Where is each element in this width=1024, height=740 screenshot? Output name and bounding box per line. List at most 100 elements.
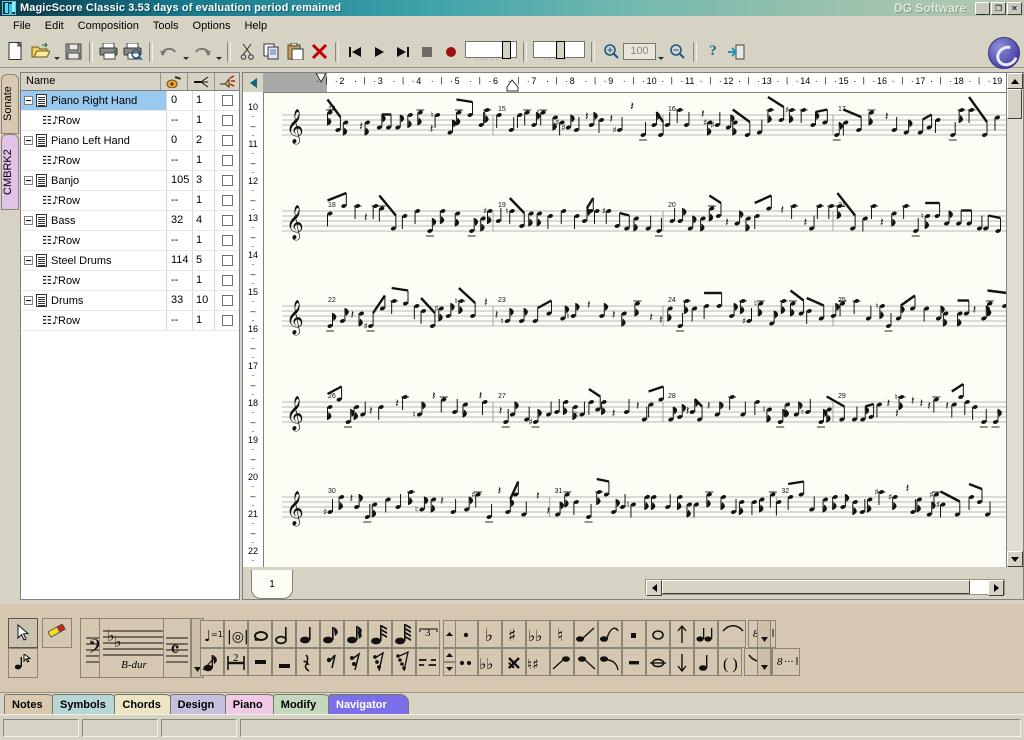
tempo-slider[interactable]: ······ (463, 41, 519, 63)
expander-icon[interactable] (24, 256, 33, 265)
expander-icon[interactable] (24, 96, 33, 105)
slur-dropdown-arrow-icon[interactable] (757, 620, 771, 648)
play-icon[interactable] (367, 40, 391, 64)
scrollbar-right-button[interactable] (988, 580, 1004, 596)
tree-row[interactable]: ☷♪Row--1 (21, 311, 239, 331)
mute-checkbox[interactable] (222, 295, 233, 306)
tree-row-name-cell[interactable]: Piano Right Hand (21, 91, 167, 110)
mute-checkbox[interactable] (222, 255, 233, 266)
tree-row-mute-cell[interactable] (215, 251, 239, 270)
mute-checkbox[interactable] (222, 275, 233, 286)
tree-row-mute-cell[interactable] (215, 131, 239, 150)
scrollbar-vertical-thumb[interactable] (1007, 89, 1022, 119)
tree-row[interactable]: ☷♪Row--1 (21, 151, 239, 171)
time-signature-button[interactable]: 𝄴 (163, 618, 191, 678)
sharp-button[interactable]: ♯ (502, 620, 526, 648)
tree-row-channel[interactable]: 2 (193, 131, 215, 150)
accent-down-button[interactable] (574, 648, 598, 676)
tree-row-name-cell[interactable]: Drums (21, 291, 167, 310)
scrollbar-up-button[interactable] (1007, 73, 1023, 89)
tree-row-patch[interactable]: -- (167, 311, 193, 330)
undo-dropdown-arrow[interactable] (181, 36, 190, 67)
scrollbar-horizontal-thumb[interactable] (662, 580, 970, 594)
tree-row-patch[interactable]: 0 (167, 91, 193, 110)
tree-row-patch[interactable]: 105 (167, 171, 193, 190)
tuplet-spinner-2[interactable] (443, 648, 456, 676)
tree-row-channel[interactable]: 5 (193, 251, 215, 270)
score-page[interactable]: 𝄞14151617𝄽𝄽♮♮♯♯𝄽𝄽♯𝄽𝄽♯♯♯𝄽𝄞18192021𝄽♯♮♯𝄽𝄽𝄽… (264, 93, 1006, 567)
tree-row[interactable]: Piano Right Hand01 (21, 91, 239, 111)
tree-row[interactable]: Bass324 (21, 211, 239, 231)
save-document-icon[interactable] (61, 40, 85, 64)
tuplet-spinner-up[interactable] (443, 620, 456, 648)
menu-help[interactable]: Help (237, 18, 274, 34)
record-icon[interactable] (439, 40, 463, 64)
delete-icon[interactable] (307, 40, 331, 64)
expander-icon[interactable] (24, 136, 33, 145)
volume-slider[interactable]: ······ (531, 41, 587, 63)
slur-note-button[interactable] (598, 620, 622, 648)
note-input-tool-button[interactable] (8, 648, 38, 678)
tree-row-channel[interactable]: 1 (193, 271, 215, 290)
new-document-icon[interactable] (4, 40, 28, 64)
fermata-button[interactable] (646, 620, 670, 648)
natural-sharp-button[interactable]: ♮♯ (526, 648, 550, 676)
eraser-tool-button[interactable] (42, 618, 72, 648)
print-icon[interactable] (97, 40, 121, 64)
cut-icon[interactable] (235, 40, 259, 64)
mute-checkbox[interactable] (222, 135, 233, 146)
tree-row-name-cell[interactable]: Piano Left Hand (21, 131, 167, 150)
tree-row-patch[interactable]: -- (167, 191, 193, 210)
tree-row-mute-cell[interactable] (215, 211, 239, 230)
zoom-dropdown-arrow[interactable] (656, 36, 665, 67)
tempo-button[interactable]: ♩=120 (200, 620, 224, 648)
tree-row-mute-cell[interactable] (215, 151, 239, 170)
help-icon[interactable]: ? (701, 40, 725, 64)
undo-icon[interactable] (157, 40, 181, 64)
tree-row-channel[interactable]: 3 (193, 171, 215, 190)
tree-row-name-cell[interactable]: ☷♪Row (21, 151, 167, 170)
zoom-input[interactable]: 100 (623, 43, 656, 60)
flat-button[interactable]: ♭ (478, 620, 502, 648)
thirtysecond-note-button[interactable] (368, 620, 392, 648)
horizontal-ruler[interactable]: 2·|·3·|·4·|·5·|·6·|·7·|·8·|·9·|·10·|·11·… (263, 73, 1006, 93)
tree-row-name-cell[interactable]: Bass (21, 211, 167, 230)
tree-row-name-cell[interactable]: ☷♪Row (21, 111, 167, 130)
arrow-down-button[interactable] (670, 648, 694, 676)
channel-icon[interactable] (188, 73, 215, 90)
tree-row-channel[interactable]: 1 (193, 231, 215, 250)
tree-row-mute-cell[interactable] (215, 231, 239, 250)
two-bars-rest-button[interactable]: 2 (224, 648, 248, 676)
tree-row-mute-cell[interactable] (215, 111, 239, 130)
menu-edit[interactable]: Edit (38, 18, 71, 34)
zoom-out-icon[interactable] (665, 40, 689, 64)
palette-tab-chords[interactable]: Chords (114, 694, 173, 714)
eighth-note-button[interactable] (320, 620, 344, 648)
double-dot-button[interactable] (454, 648, 478, 676)
tree-row-name-cell[interactable]: ☷♪Row (21, 191, 167, 210)
tuplet-spinner2-up[interactable] (443, 648, 456, 662)
mute-checkbox[interactable] (222, 315, 233, 326)
mute-checkbox[interactable] (222, 215, 233, 226)
natural-button[interactable]: ♮ (550, 620, 574, 648)
open-document-icon[interactable] (28, 40, 52, 64)
tree-row-patch[interactable]: -- (167, 151, 193, 170)
single-note-button[interactable] (694, 648, 718, 676)
mute-checkbox[interactable] (222, 155, 233, 166)
zoom-in-icon[interactable] (599, 40, 623, 64)
thirtysecond-rest-button[interactable] (368, 648, 392, 676)
beam-break-button[interactable] (416, 648, 440, 676)
scrollbar-left-button[interactable] (646, 580, 662, 596)
tree-row-mute-cell[interactable] (215, 271, 239, 290)
menu-tools[interactable]: Tools (146, 18, 186, 34)
key-signature-button[interactable]: ♭♭ B-dur (99, 618, 169, 678)
tree-row-mute-cell[interactable] (215, 311, 239, 330)
tree-row[interactable]: ☷♪Row--1 (21, 271, 239, 291)
tree-row-channel[interactable]: 1 (193, 151, 215, 170)
tree-row[interactable]: ☷♪Row--1 (21, 231, 239, 251)
sixteenth-rest-button[interactable] (344, 648, 368, 676)
maximize-button[interactable]: ❐ (991, 2, 1006, 15)
sixtyfourth-note-button[interactable] (392, 620, 416, 648)
tree-row-channel[interactable]: 1 (193, 311, 215, 330)
tree-row-name-cell[interactable]: ☷♪Row (21, 231, 167, 250)
